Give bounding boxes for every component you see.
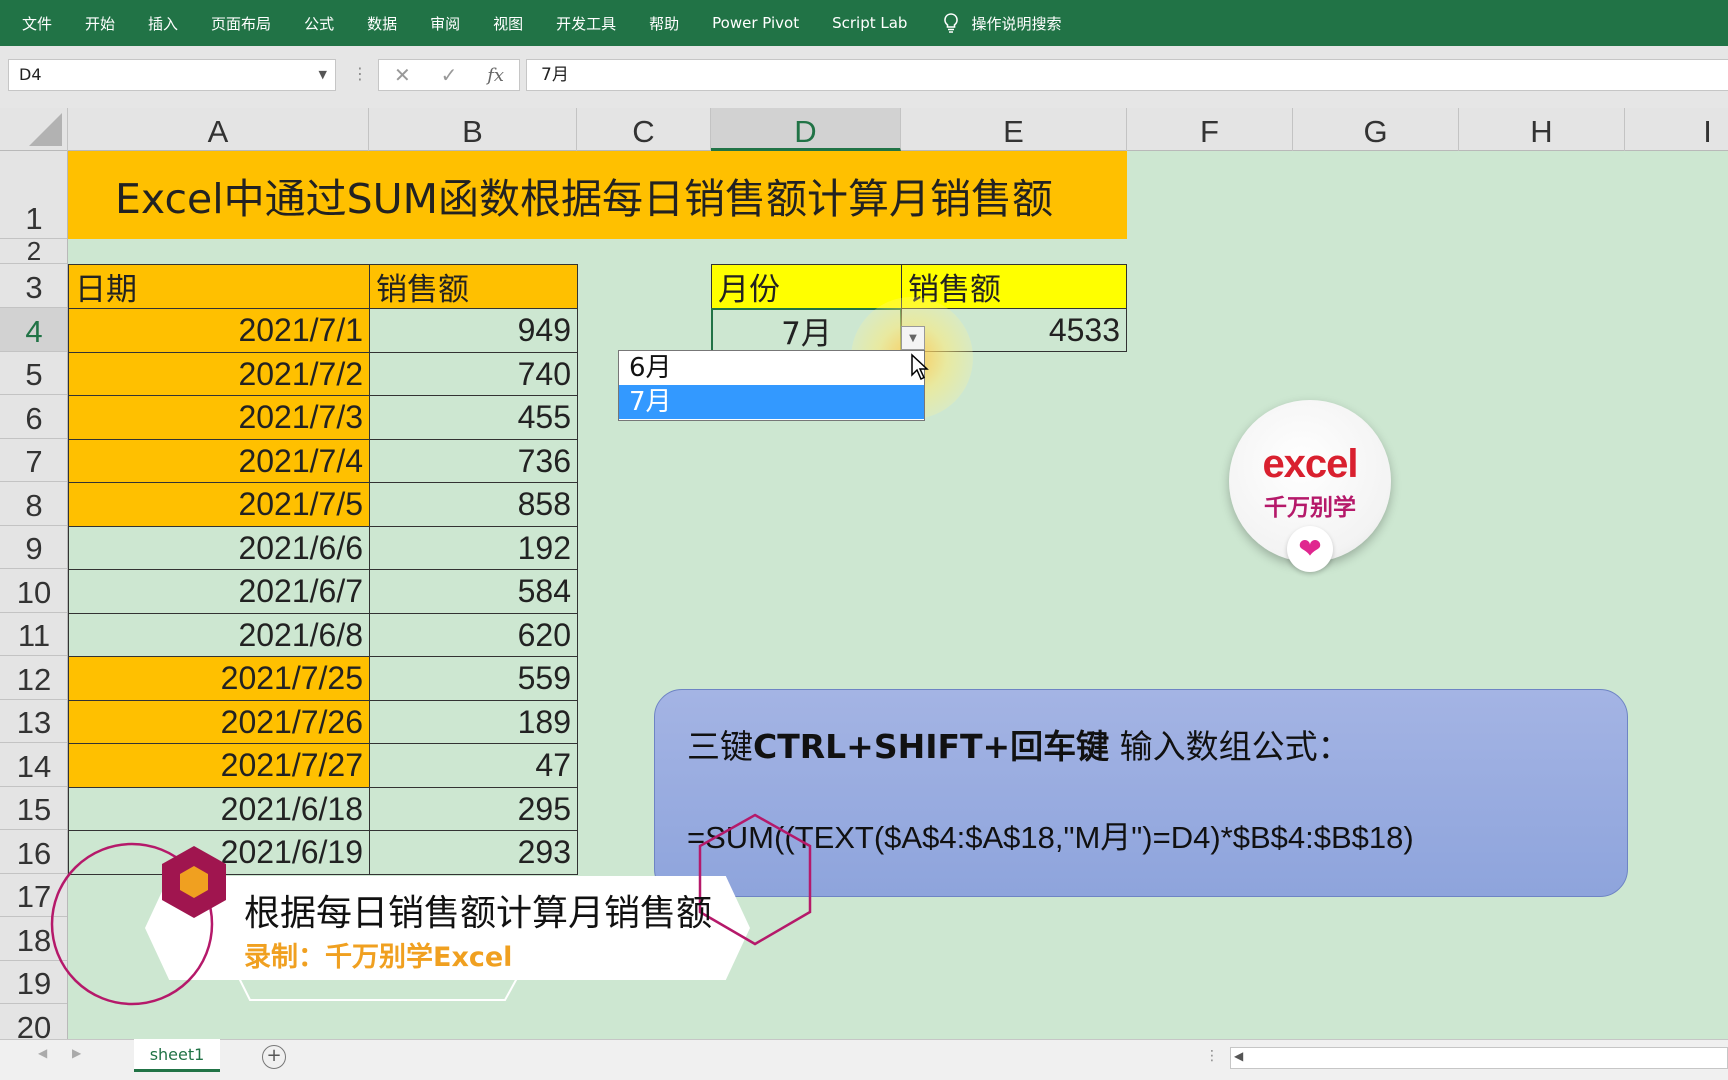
date-cell[interactable]: 2021/6/18: [68, 787, 370, 831]
date-cell[interactable]: 2021/7/25: [68, 656, 370, 701]
note-instruction: 三键CTRL+SHIFT+回车键 输入数组公式：: [687, 720, 1351, 768]
sales-cell[interactable]: 189: [369, 700, 578, 744]
heart-icon: ❤: [1287, 526, 1333, 572]
date-cell[interactable]: 2021/6/7: [68, 569, 370, 614]
sales-cell[interactable]: 740: [369, 352, 578, 396]
date-cell[interactable]: 2021/6/6: [68, 526, 370, 570]
date-cell[interactable]: 2021/7/3: [68, 395, 370, 440]
sales-cell[interactable]: 293: [369, 830, 578, 875]
date-cell[interactable]: 2021/6/8: [68, 613, 370, 657]
note-formula: =SUM((TEXT($A$4:$A$18,"M月")=D4)*$B$4:$B$…: [687, 820, 1414, 855]
caption-title: 根据每日销售额计算月销售额: [244, 893, 713, 934]
dropdown-arrow-button[interactable]: ▼: [901, 326, 925, 350]
note-prefix: 三键: [687, 727, 753, 766]
note-suffix: 输入数组公式：: [1109, 727, 1351, 766]
excel-window: 文件 开始 插入 页面布局 公式 数据 审阅 视图 开发工具 帮助 Power …: [0, 0, 1728, 1080]
sheet-tab-bar: ◀ ▶ sheet1 + ⋮ ◀: [0, 1039, 1728, 1080]
dropdown-list: 6月 7月: [618, 350, 925, 421]
next-sheet-icon[interactable]: ▶: [72, 1046, 81, 1060]
sales-cell[interactable]: 192: [369, 526, 578, 570]
sales-cell[interactable]: 584: [369, 569, 578, 614]
date-cell[interactable]: 2021/6/19: [68, 830, 370, 875]
sales-cell[interactable]: 455: [369, 395, 578, 440]
sheet-tab-sheet1[interactable]: sheet1: [134, 1039, 220, 1072]
note-keys: CTRL+SHIFT+回车键: [753, 727, 1110, 766]
sales-cell[interactable]: 620: [369, 613, 578, 657]
caption-subtitle: 录制：千万别学Excel: [244, 942, 513, 973]
sales-cell[interactable]: 858: [369, 482, 578, 527]
sales-cell[interactable]: 295: [369, 787, 578, 831]
sales-cell[interactable]: 559: [369, 656, 578, 701]
logo-subtitle: 千万别学: [1264, 495, 1356, 521]
excel-qianwanbiexue-logo: excel 千万别学 ❤: [1229, 400, 1391, 572]
sales-cell[interactable]: 736: [369, 439, 578, 483]
chevron-down-icon: ▼: [909, 332, 917, 344]
mouse-pointer-icon: [911, 353, 929, 381]
add-sheet-icon[interactable]: +: [262, 1045, 286, 1069]
tab-splitter[interactable]: ⋮: [1205, 1048, 1219, 1064]
horizontal-scrollbar[interactable]: [1230, 1047, 1728, 1069]
sales-cell[interactable]: 949: [369, 308, 578, 353]
dropdown-option-july[interactable]: 7月: [619, 385, 924, 419]
header-cell-month[interactable]: 月份: [711, 264, 902, 309]
date-cell[interactable]: 2021/7/27: [68, 743, 370, 788]
dropdown-option-june[interactable]: 6月: [619, 351, 924, 385]
scroll-left-icon[interactable]: ◀: [1234, 1049, 1243, 1063]
prev-sheet-icon[interactable]: ◀: [38, 1046, 47, 1060]
logo-word: excel: [1262, 442, 1358, 486]
date-cell[interactable]: 2021/7/2: [68, 352, 370, 396]
formula-note-box: 三键CTRL+SHIFT+回车键 输入数组公式： =SUM((TEXT($A$4…: [654, 689, 1628, 897]
date-cell[interactable]: 2021/7/1: [68, 308, 370, 353]
date-cell[interactable]: 2021/7/5: [68, 482, 370, 527]
date-cell[interactable]: 2021/7/26: [68, 700, 370, 744]
title-cell-a1[interactable]: Excel中通过SUM函数根据每日销售额计算月销售额: [68, 151, 1127, 239]
date-cell[interactable]: 2021/7/4: [68, 439, 370, 483]
sales-cell[interactable]: 47: [369, 743, 578, 788]
header-cell-sales[interactable]: 销售额: [369, 264, 578, 309]
header-cell-date[interactable]: 日期: [68, 264, 370, 309]
